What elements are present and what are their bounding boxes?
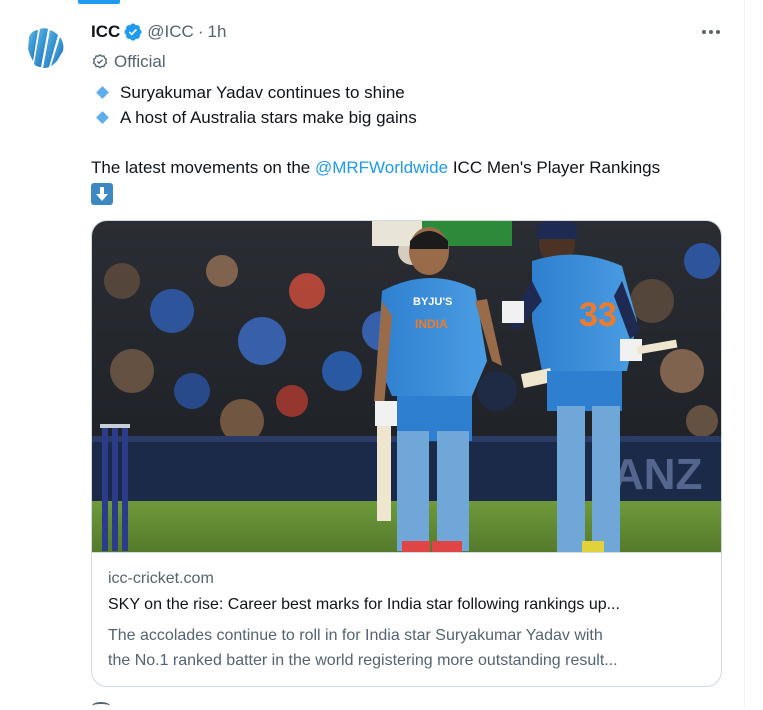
- card-title[interactable]: SKY on the rise: Career best marks for I…: [108, 596, 708, 614]
- verified-badge-icon[interactable]: [123, 22, 143, 42]
- official-badge-icon: [91, 53, 109, 71]
- jersey-brand: BYJU'S: [413, 296, 452, 308]
- card-domain: icc-cricket.com: [108, 570, 214, 587]
- scoreboard-text: ANZ: [612, 450, 702, 499]
- text-suffix: ICC Men's Player Rankings: [448, 158, 661, 177]
- card-description: The accolades continue to roll in for In…: [108, 623, 708, 673]
- tweet-text: Suryakumar Yadav continues to shine A ho…: [91, 80, 731, 206]
- jersey-country: INDIA: [415, 317, 448, 331]
- more-options-button[interactable]: [700, 22, 722, 42]
- bullet-line: Suryakumar Yadav continues to shine: [91, 80, 731, 105]
- timestamp[interactable]: 1h: [208, 22, 227, 42]
- official-text: Official: [114, 52, 166, 71]
- more-options-icon: [702, 30, 720, 34]
- jersey-number: 33: [579, 296, 617, 334]
- link-card[interactable]: ANZ BYJU'S INDIA 33 icc-cricket.com SKY …: [91, 220, 722, 687]
- tweet[interactable]: ICC @ICC · 1h Official Suryakumar Yadav …: [0, 0, 744, 707]
- author-handle[interactable]: @ICC: [147, 22, 194, 42]
- card-description-line: the No.1 ranked batter in the world regi…: [108, 652, 618, 669]
- icc-logo-icon: [28, 28, 64, 68]
- bullet-text: A host of Australia stars make big gains: [120, 108, 417, 127]
- tweet-header: ICC @ICC · 1h: [91, 20, 226, 44]
- separator-dot: ·: [197, 22, 204, 41]
- small-blue-diamond-icon: [96, 86, 109, 99]
- column-divider: [744, 0, 745, 707]
- avatar[interactable]: [20, 22, 72, 74]
- author-name[interactable]: ICC: [91, 22, 120, 42]
- card-image[interactable]: ANZ BYJU'S INDIA 33: [92, 221, 721, 553]
- mention-link[interactable]: @MRFWorldwide: [315, 158, 448, 177]
- down-arrow-emoji-icon: [91, 183, 113, 205]
- reply-icon-partial[interactable]: [92, 702, 110, 710]
- card-description-line: The accolades continue to roll in for In…: [108, 627, 603, 644]
- small-blue-diamond-icon: [96, 111, 109, 124]
- text-prefix: The latest movements on the: [91, 158, 315, 177]
- bullet-text: Suryakumar Yadav continues to shine: [120, 83, 405, 102]
- official-label: Official: [91, 51, 166, 73]
- bullet-line: A host of Australia stars make big gains: [91, 105, 731, 130]
- body-paragraph: The latest movements on the @MRFWorldwid…: [91, 155, 731, 180]
